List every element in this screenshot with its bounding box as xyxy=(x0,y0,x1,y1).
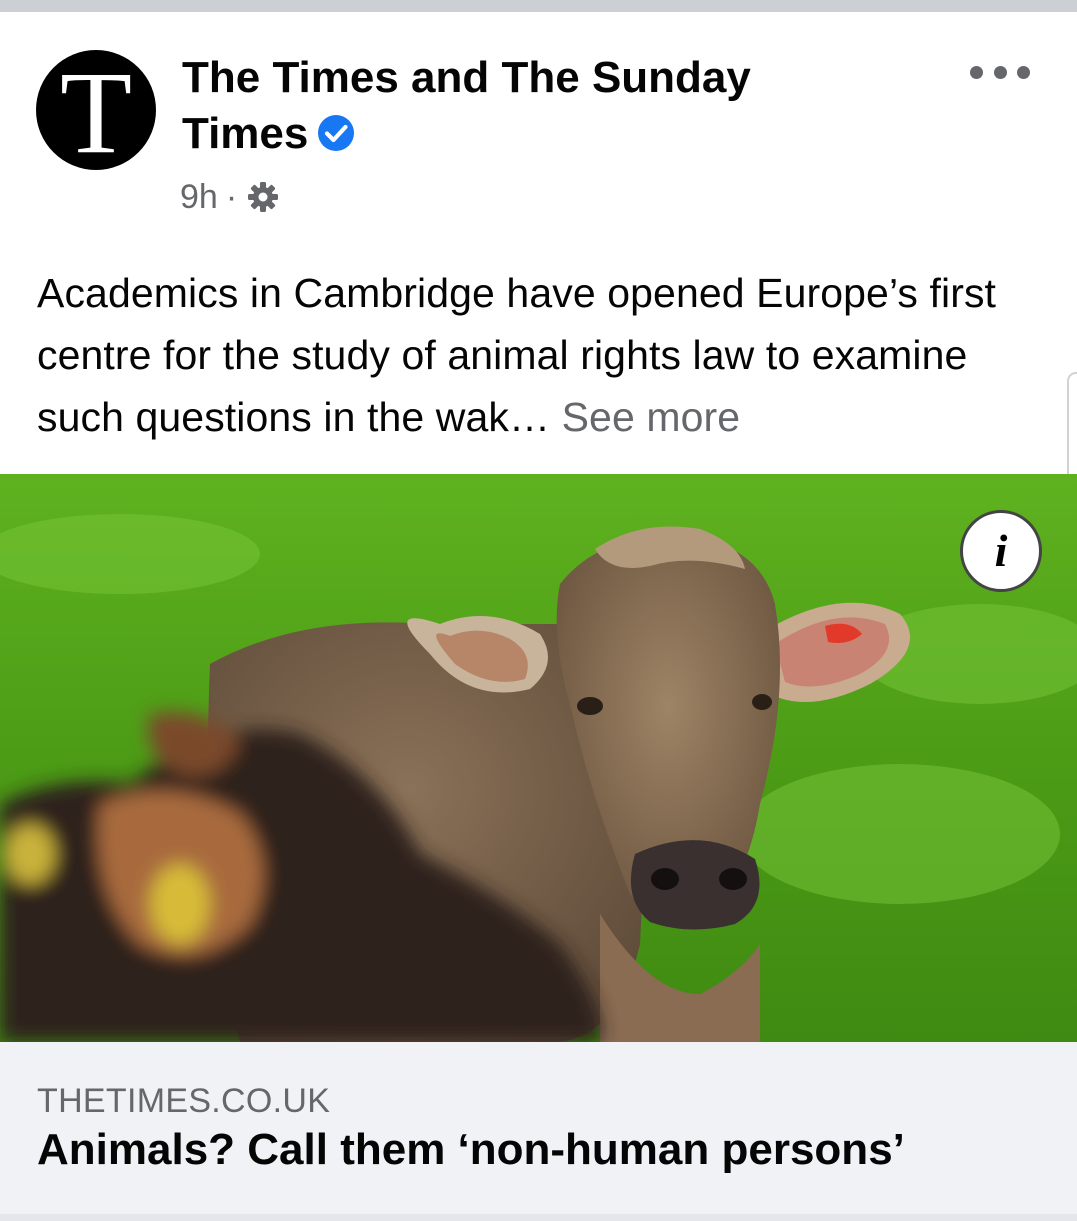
post-text: Academics in Cambridge have opened Europ… xyxy=(37,262,1057,448)
page-avatar[interactable]: T xyxy=(36,50,156,170)
info-button[interactable]: i xyxy=(960,510,1042,592)
more-options-icon[interactable] xyxy=(970,60,1030,84)
post-time[interactable]: 9h xyxy=(180,178,218,217)
info-icon: i xyxy=(994,525,1008,576)
top-divider xyxy=(0,0,1077,12)
link-image[interactable] xyxy=(0,474,1077,1042)
link-domain: THETIMES.CO.UK xyxy=(37,1082,331,1120)
page-name[interactable]: The Times and The Sunday Times xyxy=(182,50,822,162)
avatar-letter: T xyxy=(59,50,133,171)
verified-badge-icon xyxy=(318,115,355,152)
bottom-divider xyxy=(0,1214,1077,1221)
page-name-text[interactable]: The Times and The Sunday Times xyxy=(182,53,751,158)
more-dot xyxy=(1017,65,1030,79)
gear-icon[interactable] xyxy=(245,179,281,215)
meta-separator: · xyxy=(225,177,238,216)
more-dot xyxy=(993,65,1007,79)
post-meta: 9h · xyxy=(180,174,281,220)
see-more-link[interactable]: See more xyxy=(562,394,741,440)
link-title[interactable]: Animals? Call them ‘non-human persons’ xyxy=(37,1122,905,1178)
more-dot xyxy=(970,65,983,79)
cow-photo xyxy=(0,474,1077,1042)
post-body: Academics in Cambridge have opened Europ… xyxy=(37,270,997,440)
